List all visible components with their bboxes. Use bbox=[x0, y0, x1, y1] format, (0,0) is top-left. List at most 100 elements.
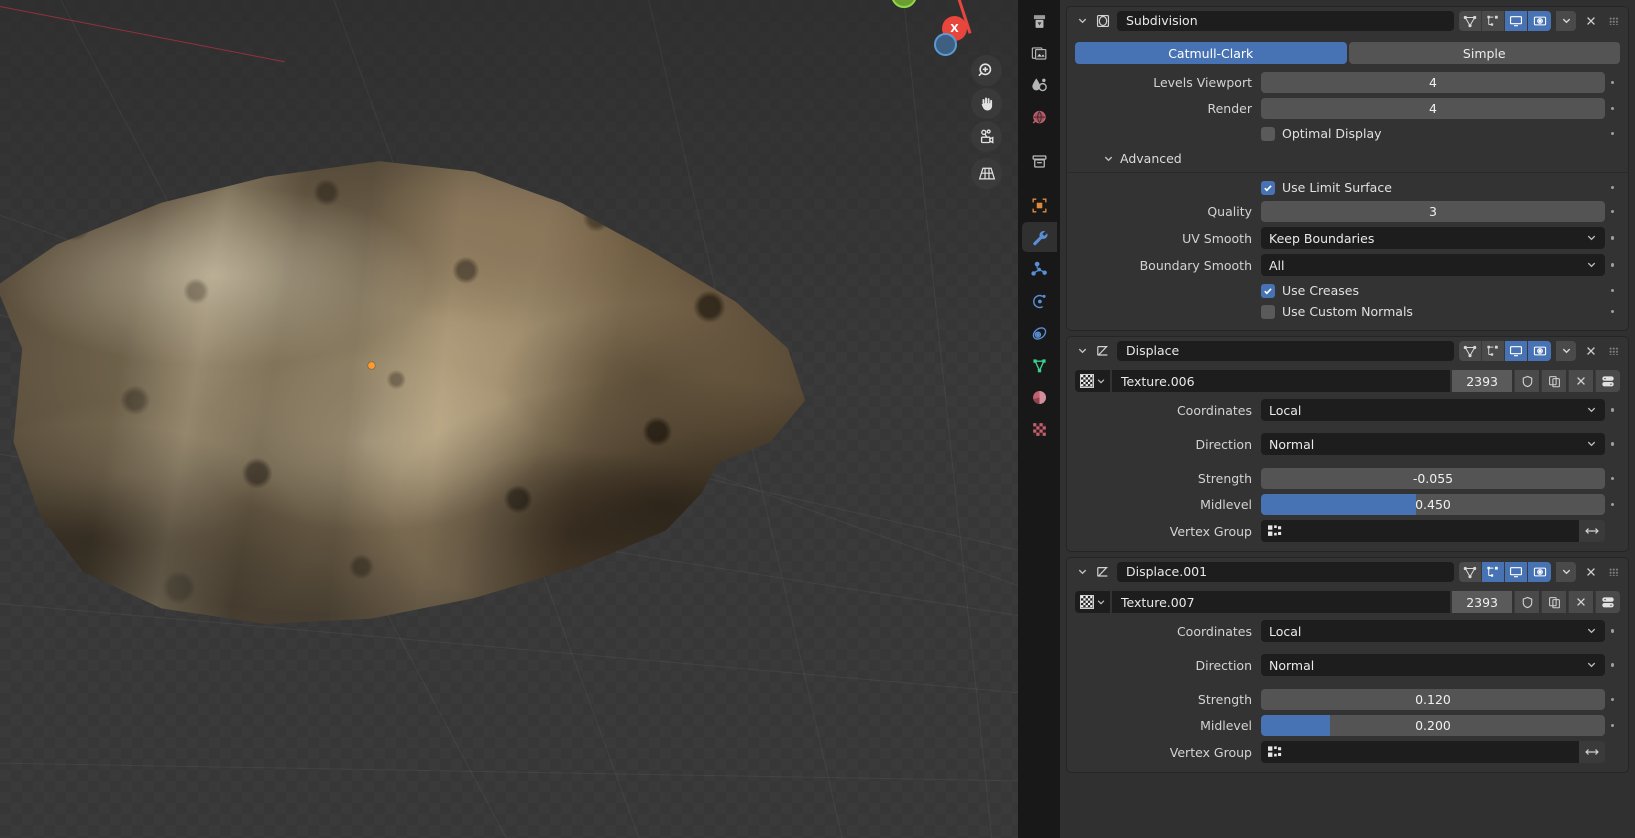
toggle-on-cage[interactable] bbox=[1482, 561, 1505, 582]
toggle-render[interactable] bbox=[1528, 340, 1551, 361]
modifier-extras-menu[interactable] bbox=[1556, 10, 1576, 31]
tab-object-data[interactable] bbox=[1022, 350, 1056, 380]
uv-smooth-dropdown[interactable]: Keep Boundaries bbox=[1261, 227, 1605, 249]
toggle-realtime[interactable] bbox=[1505, 561, 1528, 582]
animate-uv-smooth-dot[interactable] bbox=[1605, 236, 1620, 240]
gizmo-axis-z-negative[interactable] bbox=[934, 33, 957, 56]
render-levels-input[interactable]: 4 bbox=[1261, 98, 1605, 119]
use-limit-surface-checkbox[interactable] bbox=[1261, 180, 1275, 195]
remove-modifier-button[interactable] bbox=[1581, 341, 1601, 361]
chevron-down-icon[interactable] bbox=[1076, 565, 1089, 578]
browse-texture-button[interactable] bbox=[1075, 591, 1110, 613]
fake-user-button[interactable] bbox=[1514, 591, 1539, 613]
animate-use-creases-dot[interactable] bbox=[1605, 288, 1620, 293]
tab-view-layer[interactable] bbox=[1022, 70, 1056, 100]
animate-boundary-smooth-dot[interactable] bbox=[1605, 263, 1620, 267]
modifier-drag-handle[interactable] bbox=[1606, 11, 1622, 31]
modifier-drag-handle[interactable] bbox=[1606, 562, 1622, 582]
properties-editor[interactable]: Subdivision Catmull-Clark Simple Levels … bbox=[1060, 0, 1635, 838]
gizmo-axis-y-positive[interactable] bbox=[891, 0, 917, 8]
toggle-render[interactable] bbox=[1528, 10, 1551, 31]
animate-use-custom-normals-dot[interactable] bbox=[1605, 309, 1620, 314]
animate-strength-dot[interactable] bbox=[1605, 476, 1620, 481]
animate-use-limit-surface-dot[interactable] bbox=[1605, 185, 1620, 190]
direction-dropdown[interactable]: Normal bbox=[1261, 433, 1605, 455]
tab-material[interactable] bbox=[1022, 382, 1056, 412]
modifier-name-field[interactable]: Subdivision bbox=[1117, 10, 1454, 31]
chevron-down-icon[interactable] bbox=[1076, 344, 1089, 357]
new-texture-button[interactable] bbox=[1541, 370, 1566, 392]
boundary-smooth-dropdown[interactable]: All bbox=[1261, 254, 1605, 276]
new-texture-button[interactable] bbox=[1541, 591, 1566, 613]
animate-quality-dot[interactable] bbox=[1605, 209, 1620, 214]
animate-optimal-display-dot[interactable] bbox=[1605, 131, 1620, 136]
texture-name-field[interactable]: Texture.006 bbox=[1112, 370, 1451, 392]
toggle-edit-mode[interactable] bbox=[1459, 561, 1482, 582]
toggle-on-cage[interactable] bbox=[1482, 10, 1505, 31]
vertex-group-input[interactable] bbox=[1261, 741, 1579, 763]
modifier-extras-menu[interactable] bbox=[1556, 340, 1576, 361]
animate-direction-dot[interactable] bbox=[1605, 442, 1620, 446]
tab-object[interactable] bbox=[1022, 190, 1056, 220]
use-custom-normals-checkbox[interactable] bbox=[1261, 304, 1275, 319]
use-creases-checkbox[interactable] bbox=[1261, 283, 1275, 298]
toggle-realtime[interactable] bbox=[1505, 340, 1528, 361]
modifier-display-toggles[interactable] bbox=[1459, 561, 1551, 582]
tab-output[interactable] bbox=[1022, 38, 1056, 68]
modifier-display-toggles[interactable] bbox=[1459, 340, 1551, 361]
toggle-ortho-button[interactable] bbox=[971, 158, 1002, 189]
invert-vertex-group-button[interactable] bbox=[1579, 520, 1605, 542]
properties-tab-column[interactable] bbox=[1018, 0, 1060, 838]
modifier-name-field[interactable]: Displace.001 bbox=[1117, 561, 1454, 582]
advanced-section-header[interactable]: Advanced bbox=[1075, 147, 1620, 172]
texture-users-count[interactable]: 2393 bbox=[1452, 370, 1512, 392]
animate-midlevel-dot[interactable] bbox=[1605, 502, 1620, 507]
3d-viewport[interactable]: Y X bbox=[0, 0, 1018, 838]
show-texture-button[interactable] bbox=[1595, 370, 1620, 392]
strength-input[interactable]: 0.120 bbox=[1261, 689, 1605, 710]
toggle-edit-mode[interactable] bbox=[1459, 10, 1482, 31]
animate-render-levels-dot[interactable] bbox=[1605, 106, 1620, 111]
browse-texture-button[interactable] bbox=[1075, 370, 1110, 392]
toggle-render[interactable] bbox=[1528, 561, 1551, 582]
coordinates-dropdown[interactable]: Local bbox=[1261, 620, 1605, 642]
animate-direction-dot[interactable] bbox=[1605, 663, 1620, 667]
vertex-group-input[interactable] bbox=[1261, 520, 1579, 542]
tab-constraints[interactable] bbox=[1022, 318, 1056, 348]
show-texture-button[interactable] bbox=[1595, 591, 1620, 613]
tab-render[interactable] bbox=[1022, 6, 1056, 36]
coordinates-dropdown[interactable]: Local bbox=[1261, 399, 1605, 421]
animate-midlevel-dot[interactable] bbox=[1605, 723, 1620, 728]
subdivision-type-selector[interactable]: Catmull-Clark Simple bbox=[1075, 42, 1620, 64]
remove-modifier-button[interactable] bbox=[1581, 11, 1601, 31]
levels-viewport-input[interactable]: 4 bbox=[1261, 72, 1605, 93]
quality-input[interactable]: 3 bbox=[1261, 201, 1605, 222]
subdivision-type-simple[interactable]: Simple bbox=[1348, 42, 1620, 64]
animate-coordinates-dot[interactable] bbox=[1605, 629, 1620, 633]
tab-physics[interactable] bbox=[1022, 286, 1056, 316]
texture-name-field[interactable]: Texture.007 bbox=[1112, 591, 1451, 613]
modifier-drag-handle[interactable] bbox=[1606, 341, 1622, 361]
direction-dropdown[interactable]: Normal bbox=[1261, 654, 1605, 676]
camera-view-button[interactable] bbox=[971, 121, 1002, 152]
chevron-down-icon[interactable] bbox=[1076, 14, 1089, 27]
modifier-name-field[interactable]: Displace bbox=[1117, 340, 1454, 361]
midlevel-slider[interactable]: 0.450 bbox=[1261, 494, 1605, 515]
animate-levels-viewport-dot[interactable] bbox=[1605, 80, 1620, 85]
modifier-header[interactable]: Displace.001 bbox=[1067, 558, 1628, 585]
toggle-realtime[interactable] bbox=[1505, 10, 1528, 31]
toggle-on-cage[interactable] bbox=[1482, 340, 1505, 361]
texture-users-count[interactable]: 2393 bbox=[1452, 591, 1512, 613]
invert-vertex-group-button[interactable] bbox=[1579, 741, 1605, 763]
tab-particles[interactable] bbox=[1022, 254, 1056, 284]
modifier-extras-menu[interactable] bbox=[1556, 561, 1576, 582]
animate-strength-dot[interactable] bbox=[1605, 697, 1620, 702]
midlevel-slider[interactable]: 0.200 bbox=[1261, 715, 1605, 736]
tab-texture[interactable] bbox=[1022, 414, 1056, 444]
tab-collection[interactable] bbox=[1022, 146, 1056, 176]
optimal-display-checkbox[interactable] bbox=[1261, 126, 1275, 141]
subdivision-type-catmull-clark[interactable]: Catmull-Clark bbox=[1075, 42, 1347, 64]
toggle-edit-mode[interactable] bbox=[1459, 340, 1482, 361]
modifier-display-toggles[interactable] bbox=[1459, 10, 1551, 31]
animate-coordinates-dot[interactable] bbox=[1605, 408, 1620, 412]
